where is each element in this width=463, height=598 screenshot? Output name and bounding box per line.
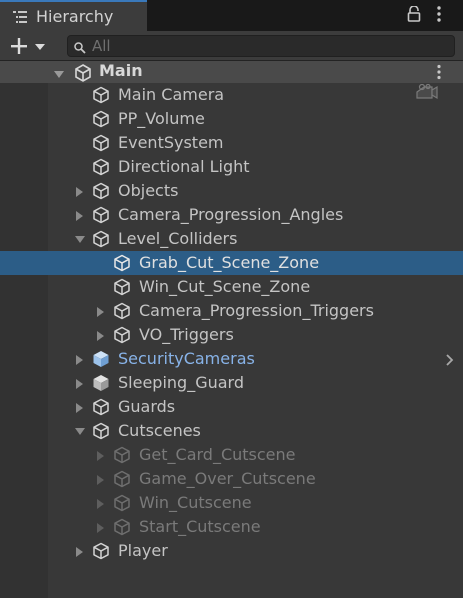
tab-hierarchy[interactable]: Hierarchy [0, 0, 147, 31]
scene-foldout-arrow-icon[interactable] [54, 65, 65, 84]
foldout-collapsed-icon[interactable] [76, 211, 83, 221]
gameobject-icon [92, 398, 110, 416]
hierarchy-row[interactable]: Camera_Progression_Angles [0, 203, 463, 227]
row-label: PP_Volume [118, 109, 205, 128]
row-label: Guards [118, 397, 176, 416]
hierarchy-list-icon [13, 9, 27, 23]
lock-icon[interactable] [407, 5, 421, 26]
hierarchy-row[interactable]: Camera_Progression_Triggers [0, 299, 463, 323]
hierarchy-row[interactable]: Game_Over_Cutscene [0, 467, 463, 491]
gameobject-icon [113, 302, 131, 320]
row-label: Camera_Progression_Angles [118, 205, 344, 224]
foldout-collapsed-icon[interactable] [76, 403, 83, 413]
row-label: Directional Light [118, 157, 250, 176]
gameobject-icon [113, 254, 131, 272]
row-label: Win_Cutscene [139, 493, 252, 512]
hierarchy-row[interactable]: Win_Cutscene [0, 491, 463, 515]
gameobject-icon [113, 326, 131, 344]
hierarchy-row[interactable]: PP_Volume [0, 107, 463, 131]
prefab-icon [92, 350, 110, 368]
scene-menu-icon[interactable] [436, 64, 442, 84]
scene-name: Main [99, 61, 143, 80]
foldout-collapsed-icon[interactable] [97, 475, 104, 485]
gameobject-icon [92, 86, 110, 104]
search-input[interactable] [92, 37, 447, 55]
foldout-collapsed-icon[interactable] [76, 379, 83, 389]
gameobject-icon [92, 230, 110, 248]
search-field[interactable] [67, 35, 455, 57]
create-dropdown-button[interactable] [7, 34, 51, 58]
foldout-collapsed-icon[interactable] [97, 307, 104, 317]
hierarchy-row[interactable]: Guards [0, 395, 463, 419]
row-label: Get_Card_Cutscene [139, 445, 296, 464]
row-label: Player [118, 541, 168, 560]
row-label: VO_Triggers [139, 325, 234, 344]
foldout-expanded-icon[interactable] [75, 236, 85, 243]
gameobject-icon [92, 542, 110, 560]
row-label: Grab_Cut_Scene_Zone [139, 253, 320, 272]
row-label: Level_Colliders [118, 229, 238, 248]
row-label: Main Camera [118, 85, 225, 104]
hierarchy-row[interactable]: Cutscenes [0, 419, 463, 443]
gameobject-icon [113, 446, 131, 464]
hierarchy-row[interactable]: Main Camera [0, 83, 463, 107]
hierarchy-row[interactable]: Objects [0, 179, 463, 203]
row-label: Win_Cut_Scene_Zone [139, 277, 311, 296]
foldout-collapsed-icon[interactable] [76, 547, 83, 557]
hierarchy-row[interactable]: Player [0, 539, 463, 563]
hierarchy-row[interactable]: Start_Cutscene [0, 515, 463, 539]
gameobject-icon [113, 494, 131, 512]
foldout-expanded-icon[interactable] [75, 428, 85, 435]
gameobject-icon [113, 470, 131, 488]
hierarchy-row[interactable]: Directional Light [0, 155, 463, 179]
foldout-collapsed-icon[interactable] [97, 499, 104, 509]
row-label: Cutscenes [118, 421, 201, 440]
gameobject-icon [92, 182, 110, 200]
row-label: Sleeping_Guard [118, 373, 244, 392]
hierarchy-row[interactable]: EventSystem [0, 131, 463, 155]
foldout-collapsed-icon[interactable] [76, 355, 83, 365]
hierarchy-row[interactable]: Grab_Cut_Scene_Zone [0, 251, 463, 275]
search-icon [73, 40, 87, 59]
tab-title: Hierarchy [36, 7, 114, 26]
gameobject-icon [92, 158, 110, 176]
window-menu-icon[interactable] [436, 5, 442, 27]
hierarchy-row[interactable]: VO_Triggers [0, 323, 463, 347]
hierarchy-row[interactable]: Get_Card_Cutscene [0, 443, 463, 467]
hierarchy-row[interactable]: SecurityCameras [0, 347, 463, 371]
row-label: Camera_Progression_Triggers [139, 301, 374, 320]
row-label: EventSystem [118, 133, 224, 152]
gameobject-icon [92, 422, 110, 440]
scene-header-row[interactable]: Main [0, 61, 463, 83]
hierarchy-row[interactable]: Level_Colliders [0, 227, 463, 251]
row-label: Start_Cutscene [139, 517, 261, 536]
foldout-collapsed-icon[interactable] [76, 187, 83, 197]
hierarchy-row[interactable]: Sleeping_Guard [0, 371, 463, 395]
gameobject-icon [113, 278, 131, 296]
hierarchy-row[interactable]: Win_Cut_Scene_Zone [0, 275, 463, 299]
gameobject-icon [92, 134, 110, 152]
prefab-icon [92, 374, 110, 392]
foldout-collapsed-icon[interactable] [97, 523, 104, 533]
plus-icon [11, 38, 45, 54]
hierarchy-toolbar [0, 31, 463, 61]
gameobject-icon [92, 110, 110, 128]
gameobject-icon [113, 518, 131, 536]
row-label: Objects [118, 181, 179, 200]
tab-bar: Hierarchy [0, 0, 463, 31]
gameobject-icon [92, 206, 110, 224]
row-label: Game_Over_Cutscene [139, 469, 316, 488]
open-prefab-chevron-icon[interactable] [445, 352, 455, 371]
row-label: SecurityCameras [118, 349, 255, 368]
foldout-collapsed-icon[interactable] [97, 451, 104, 461]
foldout-collapsed-icon[interactable] [97, 331, 104, 341]
